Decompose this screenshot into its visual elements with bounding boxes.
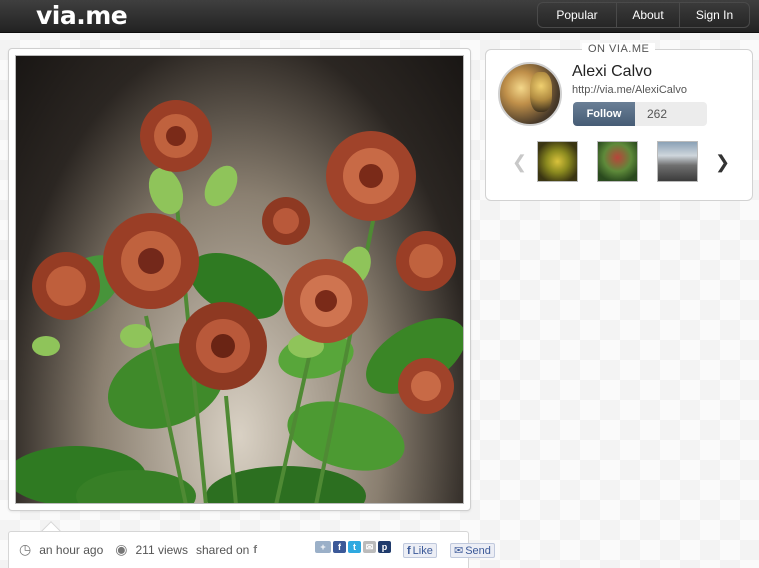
photo-card xyxy=(8,48,471,511)
recent-post-thumbnail[interactable] xyxy=(597,141,638,182)
post-meta-row: ◷ an hour ago ◉ 211 views shared on f xyxy=(19,541,257,558)
bacon-rose-bouquet-image xyxy=(16,100,463,503)
nav-sign-in-link[interactable]: Sign In xyxy=(680,3,749,27)
recent-post-thumbnail[interactable] xyxy=(537,141,578,182)
post-photo[interactable] xyxy=(15,55,464,504)
post-meta-bar: ◷ an hour ago ◉ 211 views shared on f + … xyxy=(8,531,495,568)
profile-section-label: ON VIA.ME xyxy=(582,43,656,55)
site-logo[interactable]: via.me xyxy=(36,1,128,30)
facebook-share-icon[interactable]: f xyxy=(333,541,346,553)
like-label: Like xyxy=(412,544,433,557)
profile-url[interactable]: http://via.me/AlexiCalvo xyxy=(572,84,687,96)
profile-card: ON VIA.ME Alexi Calvo http://via.me/Alex… xyxy=(485,43,753,201)
chevron-right-icon[interactable]: ❯ xyxy=(715,152,730,173)
pinterest-share-icon[interactable]: p xyxy=(378,541,391,553)
twitter-share-icon[interactable]: t xyxy=(348,541,361,553)
recent-post-thumbnail[interactable] xyxy=(657,141,698,182)
send-icon: ✉ xyxy=(454,545,464,557)
share-icons: + f t ✉ p xyxy=(315,541,391,553)
shared-on-label: shared on xyxy=(195,542,250,557)
view-count: 211 views xyxy=(135,542,188,557)
eye-icon: ◉ xyxy=(115,541,128,557)
share-more-icon[interactable]: + xyxy=(315,541,331,553)
nav-about-link[interactable]: About xyxy=(617,3,680,27)
follower-count: 262 xyxy=(635,102,707,126)
avatar[interactable] xyxy=(498,62,562,126)
top-nav: Popular About Sign In xyxy=(537,2,750,28)
profile-name[interactable]: Alexi Calvo xyxy=(572,63,652,81)
facebook-send-button[interactable]: ✉ Send xyxy=(450,543,495,558)
follow-button[interactable]: Follow xyxy=(573,102,635,126)
nav-popular-link[interactable]: Popular xyxy=(538,3,617,27)
facebook-like-icon: f xyxy=(407,544,411,557)
post-time: an hour ago xyxy=(39,542,104,557)
email-share-icon[interactable]: ✉ xyxy=(363,541,376,553)
facebook-source-icon: f xyxy=(253,543,258,556)
follow-group: Follow 262 xyxy=(573,102,707,126)
chevron-left-icon[interactable]: ❮ xyxy=(512,152,527,173)
send-label: Send xyxy=(465,544,491,557)
clock-icon: ◷ xyxy=(19,541,32,557)
top-bar: via.me Popular About Sign In xyxy=(0,0,759,33)
facebook-like-button[interactable]: f Like xyxy=(403,543,437,558)
